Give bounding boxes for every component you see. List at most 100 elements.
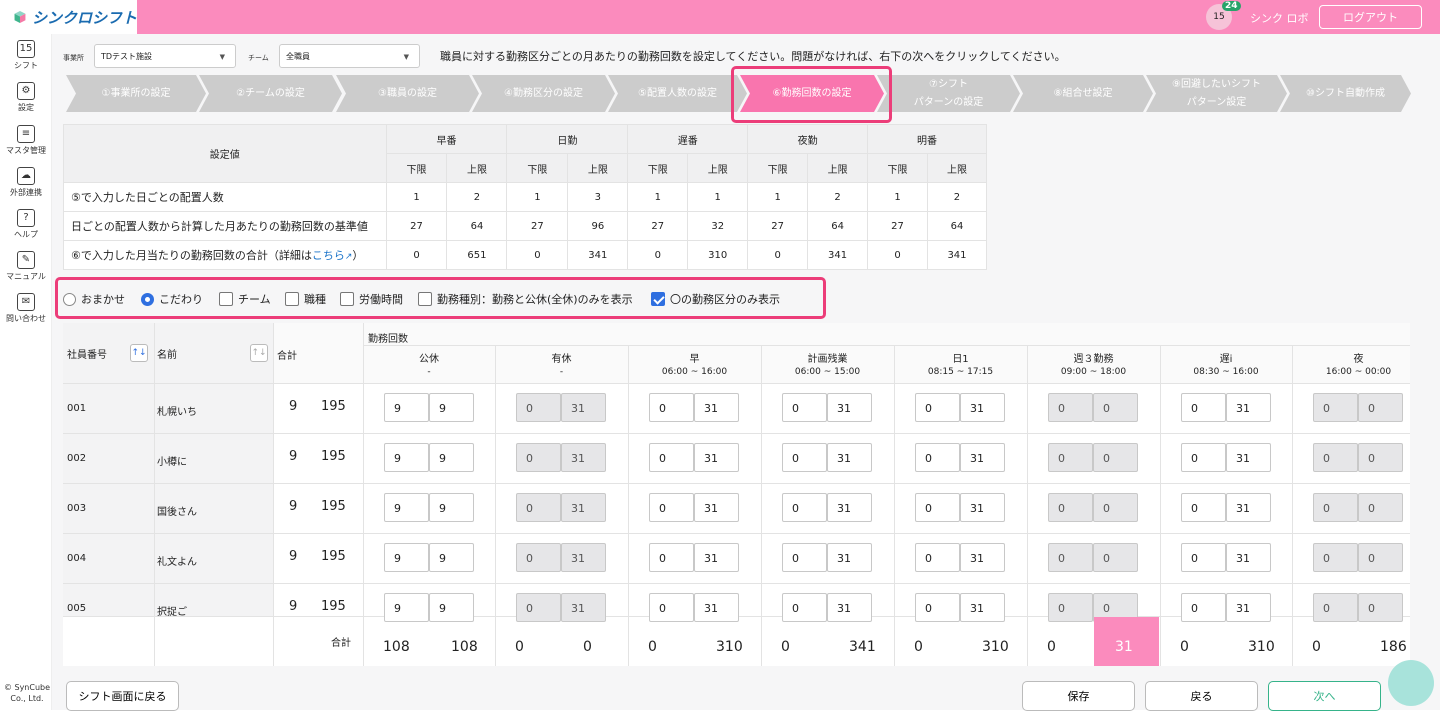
max-count-input[interactable]: 31 xyxy=(960,443,1005,472)
min-count-input[interactable]: 0 xyxy=(1181,493,1226,522)
upper-header: 上限 xyxy=(807,153,869,183)
sidebar-item-3[interactable]: ☁ 外部連携 xyxy=(0,167,52,198)
min-count-input[interactable]: 0 xyxy=(782,593,827,622)
min-count-input[interactable]: 0 xyxy=(782,393,827,422)
max-count-input[interactable]: 31 xyxy=(960,393,1005,422)
hours-checkbox[interactable]: 労働時間 xyxy=(340,291,403,307)
min-count-input[interactable]: 0 xyxy=(915,443,960,472)
checkbox[interactable] xyxy=(418,292,432,306)
logo[interactable]: シンクロシフト xyxy=(0,0,137,34)
max-count-input[interactable]: 31 xyxy=(960,543,1005,572)
sidebar-item-4[interactable]: ? ヘルプ xyxy=(0,209,52,240)
max-count-input: 31 xyxy=(561,443,606,472)
checkbox[interactable] xyxy=(219,292,233,306)
max-count-input[interactable]: 9 xyxy=(429,493,474,522)
step-2[interactable]: ②チームの設定 xyxy=(199,75,342,112)
max-count-input[interactable]: 31 xyxy=(694,593,739,622)
min-count-input[interactable]: 0 xyxy=(782,543,827,572)
max-count-input[interactable]: 31 xyxy=(827,543,872,572)
max-count-input[interactable]: 31 xyxy=(694,493,739,522)
step-7[interactable]: ⑦シフト パターンの設定 xyxy=(877,75,1020,112)
min-count-input[interactable]: 0 xyxy=(649,443,694,472)
sort-icon[interactable]: ↑↓ xyxy=(130,344,148,362)
team-select[interactable]: 全職員 ▼ xyxy=(279,44,420,68)
step-10[interactable]: ⑩シフト自動作成 xyxy=(1280,75,1411,112)
settings-value: 32 xyxy=(687,211,749,241)
max-count-input[interactable]: 31 xyxy=(694,543,739,572)
min-count-input[interactable]: 9 xyxy=(384,543,429,572)
job-checkbox[interactable]: 職種 xyxy=(285,291,326,307)
sidebar-item-1[interactable]: ⚙ 設定 xyxy=(0,82,52,113)
min-count-input[interactable]: 9 xyxy=(384,593,429,622)
logout-button[interactable]: ログアウト xyxy=(1319,5,1422,29)
max-count-input[interactable]: 31 xyxy=(694,393,739,422)
min-count-input[interactable]: 9 xyxy=(384,493,429,522)
max-count-input[interactable]: 31 xyxy=(827,593,872,622)
max-count-input[interactable]: 31 xyxy=(960,593,1005,622)
radio-off[interactable] xyxy=(63,292,76,306)
step-1[interactable]: ①事業所の設定 xyxy=(66,75,206,112)
circle-only-checkbox[interactable]: 〇の勤務区分のみ表示 xyxy=(651,291,780,307)
radio-on[interactable] xyxy=(141,292,154,306)
sidebar-item-0[interactable]: 15 シフト xyxy=(0,40,52,71)
max-count-input[interactable]: 31 xyxy=(1226,443,1271,472)
max-count-input[interactable]: 31 xyxy=(827,393,872,422)
worktype-checkbox[interactable]: 勤務種別：勤務と公休(全休)のみを表示 xyxy=(418,291,633,307)
min-count-input[interactable]: 0 xyxy=(649,493,694,522)
min-count-input[interactable]: 0 xyxy=(782,443,827,472)
min-count-input[interactable]: 0 xyxy=(1181,543,1226,572)
min-count-input[interactable]: 0 xyxy=(1181,393,1226,422)
grid-vline xyxy=(273,323,274,666)
row-total-hours: 195 xyxy=(321,549,346,564)
max-count-input[interactable]: 31 xyxy=(827,443,872,472)
min-count-input[interactable]: 0 xyxy=(782,493,827,522)
details-link[interactable]: こちら xyxy=(312,249,345,262)
checkbox[interactable] xyxy=(285,292,299,306)
min-count-input[interactable]: 0 xyxy=(915,493,960,522)
step-4[interactable]: ④勤務区分の設定 xyxy=(472,75,615,112)
min-count-input[interactable]: 9 xyxy=(384,393,429,422)
max-count-input[interactable]: 9 xyxy=(429,393,474,422)
sidebar-item-6[interactable]: ✉ 問い合わせ xyxy=(0,293,52,324)
employee-no: 002 xyxy=(67,453,87,464)
min-count-input[interactable]: 0 xyxy=(915,543,960,572)
sidebar-item-2[interactable]: ≡ マスタ管理 xyxy=(0,125,52,156)
sort-icon[interactable]: ↑↓ xyxy=(250,344,268,362)
step-3[interactable]: ③職員の設定 xyxy=(336,75,479,112)
min-count-input[interactable]: 0 xyxy=(915,393,960,422)
max-count-input[interactable]: 9 xyxy=(429,543,474,572)
back-button[interactable]: 戻る xyxy=(1145,681,1258,711)
sidebar-item-5[interactable]: ✎ マニュアル xyxy=(0,251,52,282)
min-count-input[interactable]: 0 xyxy=(1181,593,1226,622)
min-count-input[interactable]: 0 xyxy=(915,593,960,622)
max-count-input[interactable]: 9 xyxy=(429,443,474,472)
next-button[interactable]: 次へ xyxy=(1268,681,1381,711)
max-count-input[interactable]: 31 xyxy=(960,493,1005,522)
sidebar-item-label: シフト xyxy=(14,61,38,70)
min-count-input[interactable]: 0 xyxy=(649,543,694,572)
min-count-input[interactable]: 0 xyxy=(649,593,694,622)
max-count-input[interactable]: 31 xyxy=(1226,393,1271,422)
step-8[interactable]: ⑧組合せ設定 xyxy=(1013,75,1153,112)
back-to-shift-button[interactable]: シフト画面に戻る xyxy=(66,681,179,711)
shift-name: 週３勤務 xyxy=(1073,354,1114,365)
min-count-input[interactable]: 9 xyxy=(384,443,429,472)
max-count-input[interactable]: 31 xyxy=(1226,493,1271,522)
team-checkbox[interactable]: チーム xyxy=(219,291,271,307)
save-button[interactable]: 保存 xyxy=(1022,681,1135,711)
max-count-input[interactable]: 31 xyxy=(1226,543,1271,572)
step-9[interactable]: ⑨回避したいシフト パターン設定 xyxy=(1146,75,1287,112)
kodawari-radio[interactable]: こだわり xyxy=(141,291,203,307)
min-count-input[interactable]: 0 xyxy=(649,393,694,422)
max-count-input[interactable]: 31 xyxy=(1226,593,1271,622)
omakase-radio[interactable]: おまかせ xyxy=(63,291,125,307)
robot-mascot-icon[interactable] xyxy=(1388,660,1434,706)
min-count-input[interactable]: 0 xyxy=(1181,443,1226,472)
max-count-input[interactable]: 9 xyxy=(429,593,474,622)
checkbox[interactable] xyxy=(340,292,354,306)
checkbox-checked[interactable] xyxy=(651,292,665,306)
max-count-input[interactable]: 31 xyxy=(827,493,872,522)
max-count-input[interactable]: 31 xyxy=(694,443,739,472)
office-select[interactable]: TDテスト施設 ▼ xyxy=(94,44,236,68)
step-5[interactable]: ⑤配置人数の設定 xyxy=(608,75,747,112)
